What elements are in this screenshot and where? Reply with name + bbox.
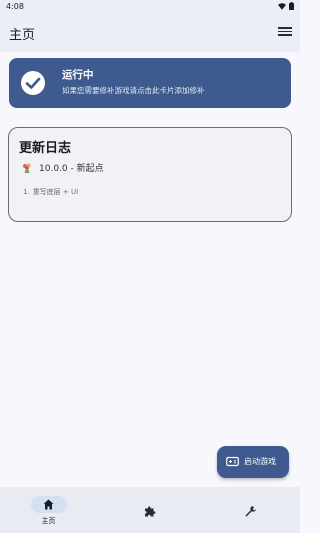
version-row: 10.0.0 - 新起点 bbox=[22, 161, 104, 174]
bottom-navigation: 主页 bbox=[0, 487, 300, 533]
hamburger-menu-icon[interactable] bbox=[278, 25, 292, 39]
launch-game-button[interactable]: 启动游戏 bbox=[217, 446, 289, 478]
changelog-card: 更新日志 10.0.0 - 新起点 1. 重写底层 + UI bbox=[8, 127, 292, 222]
changelog-title: 更新日志 bbox=[19, 141, 72, 156]
status-card-subtitle: 如果您需要修补游戏请点击此卡片添加修补 bbox=[62, 86, 205, 95]
app-bar: 主页 bbox=[0, 14, 300, 52]
changelog-item-text: 重写底层 + UI bbox=[32, 188, 79, 196]
nav-item-tools[interactable] bbox=[200, 487, 300, 533]
wrench-icon bbox=[245, 506, 256, 517]
puzzle-icon bbox=[145, 506, 156, 517]
bouquet-emoji-icon bbox=[23, 163, 31, 173]
wifi-icon bbox=[278, 2, 286, 10]
status-time: 4:08 bbox=[6, 2, 24, 11]
status-bar: 4:08 bbox=[0, 0, 300, 14]
changelog-item-number: 1. bbox=[23, 188, 30, 196]
gamepad-icon bbox=[226, 456, 239, 467]
changelog-item: 1. 重写底层 + UI bbox=[23, 187, 78, 197]
nav-home-label: 主页 bbox=[41, 517, 56, 525]
nav-item-home[interactable]: 主页 bbox=[0, 487, 100, 533]
home-icon bbox=[43, 499, 54, 510]
nav-item-plugins[interactable] bbox=[100, 487, 200, 533]
running-status-card[interactable]: 运行中 如果您需要修补游戏请点击此卡片添加修补 bbox=[9, 58, 291, 108]
status-icons bbox=[278, 2, 294, 10]
check-circle-icon bbox=[21, 71, 45, 95]
status-card-title: 运行中 bbox=[62, 69, 94, 81]
version-label: 10.0.0 - 新起点 bbox=[39, 164, 104, 174]
battery-icon bbox=[289, 2, 294, 10]
page-title: 主页 bbox=[9, 28, 36, 43]
launch-game-label: 启动游戏 bbox=[244, 457, 276, 466]
